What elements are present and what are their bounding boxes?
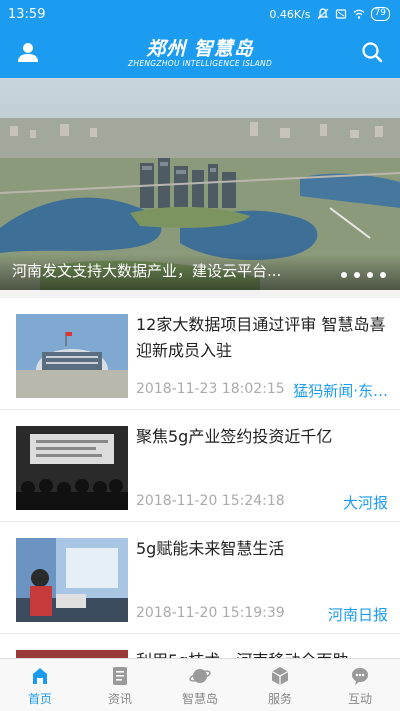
sim-icon	[335, 9, 346, 19]
news-item[interactable]: 5g赋能未来智慧生活 2018-11-20 15:19:39 河南日报	[0, 522, 400, 634]
news-thumbnail	[16, 538, 128, 622]
status-bar: 13:59 0.46K/s 79	[0, 0, 400, 28]
tab-label: 互动	[347, 692, 372, 706]
carousel-dots	[341, 272, 386, 278]
status-right: 0.46K/s 79	[269, 7, 390, 21]
news-source[interactable]: 大河报	[343, 492, 388, 513]
app-title: 郑州 智慧岛	[146, 38, 254, 60]
news-title: 12家大数据项目通过评审 智慧岛喜迎新成员入驻	[136, 315, 386, 360]
news-list: 12家大数据项目通过评审 智慧岛喜迎新成员入驻 2018-11-23 18:02…	[0, 298, 400, 658]
tab-label: 首页	[27, 692, 52, 706]
app-subtitle: ZHENGZHOU INTELLIGENCE ISLAND	[127, 59, 273, 68]
search-icon[interactable]	[360, 40, 384, 64]
tab-services[interactable]: 服务	[240, 659, 320, 711]
carousel-dot[interactable]	[367, 272, 373, 278]
tab-news[interactable]: 资讯	[80, 659, 160, 711]
home-icon	[33, 668, 47, 684]
tab-interact[interactable]: 互动	[320, 659, 400, 711]
battery-indicator: 79	[370, 7, 390, 21]
cube-icon	[271, 667, 289, 685]
network-speed: 0.46K/s	[269, 7, 311, 21]
chat-bubble-icon	[352, 668, 368, 685]
tab-label: 服务	[267, 692, 292, 706]
news-title: 聚焦5g产业签约投资近千亿	[136, 427, 333, 446]
app: 13:59 0.46K/s 79 郑州 智慧岛 ZHENGZHOU INTELL…	[0, 0, 400, 711]
news-item[interactable]: 聚焦5g产业签约投资近千亿 2018-11-20 15:24:18 大河报	[0, 410, 400, 522]
tab-label: 智慧岛	[181, 692, 218, 706]
carousel-dot[interactable]	[341, 272, 347, 278]
news-source[interactable]: 猛犸新闻·东…	[293, 380, 388, 401]
wifi-icon	[353, 9, 364, 19]
news-title: 5g赋能未来智慧生活	[136, 539, 285, 558]
banner-carousel[interactable]: 河南发文支持大数据产业，建设云平台...	[0, 78, 400, 290]
bottom-tab-bar: 首页 资讯 智慧岛 服务 互动	[0, 658, 400, 711]
news-title: 利用5g技术，河南移动全面助	[136, 648, 388, 658]
news-thumbnail	[16, 426, 128, 510]
carousel-dot[interactable]	[354, 272, 360, 278]
tab-home[interactable]: 首页	[0, 659, 80, 711]
banner-caption[interactable]: 河南发文支持大数据产业，建设云平台...	[0, 254, 400, 290]
document-icon	[113, 667, 127, 685]
news-date: 2018-11-20 15:24:18	[136, 493, 285, 509]
status-time: 13:59	[8, 6, 46, 22]
news-date: 2018-11-23 18:02:15	[136, 381, 285, 397]
app-header: 郑州 智慧岛 ZHENGZHOU INTELLIGENCE ISLAND	[0, 28, 400, 78]
tab-island[interactable]: 智慧岛	[160, 659, 240, 711]
news-date: 2018-11-20 15:19:39	[136, 605, 285, 621]
news-item[interactable]: 利用5g技术，河南移动全面助	[0, 634, 400, 658]
news-source[interactable]: 河南日报	[328, 604, 388, 625]
news-item[interactable]: 12家大数据项目通过评审 智慧岛喜迎新成员入驻 2018-11-23 18:02…	[0, 298, 400, 410]
news-thumbnail	[16, 314, 128, 398]
carousel-dot[interactable]	[380, 272, 386, 278]
planet-icon	[189, 669, 211, 683]
news-thumbnail	[16, 650, 128, 658]
bell-mute-icon	[317, 8, 328, 20]
tab-label: 资讯	[107, 692, 132, 706]
